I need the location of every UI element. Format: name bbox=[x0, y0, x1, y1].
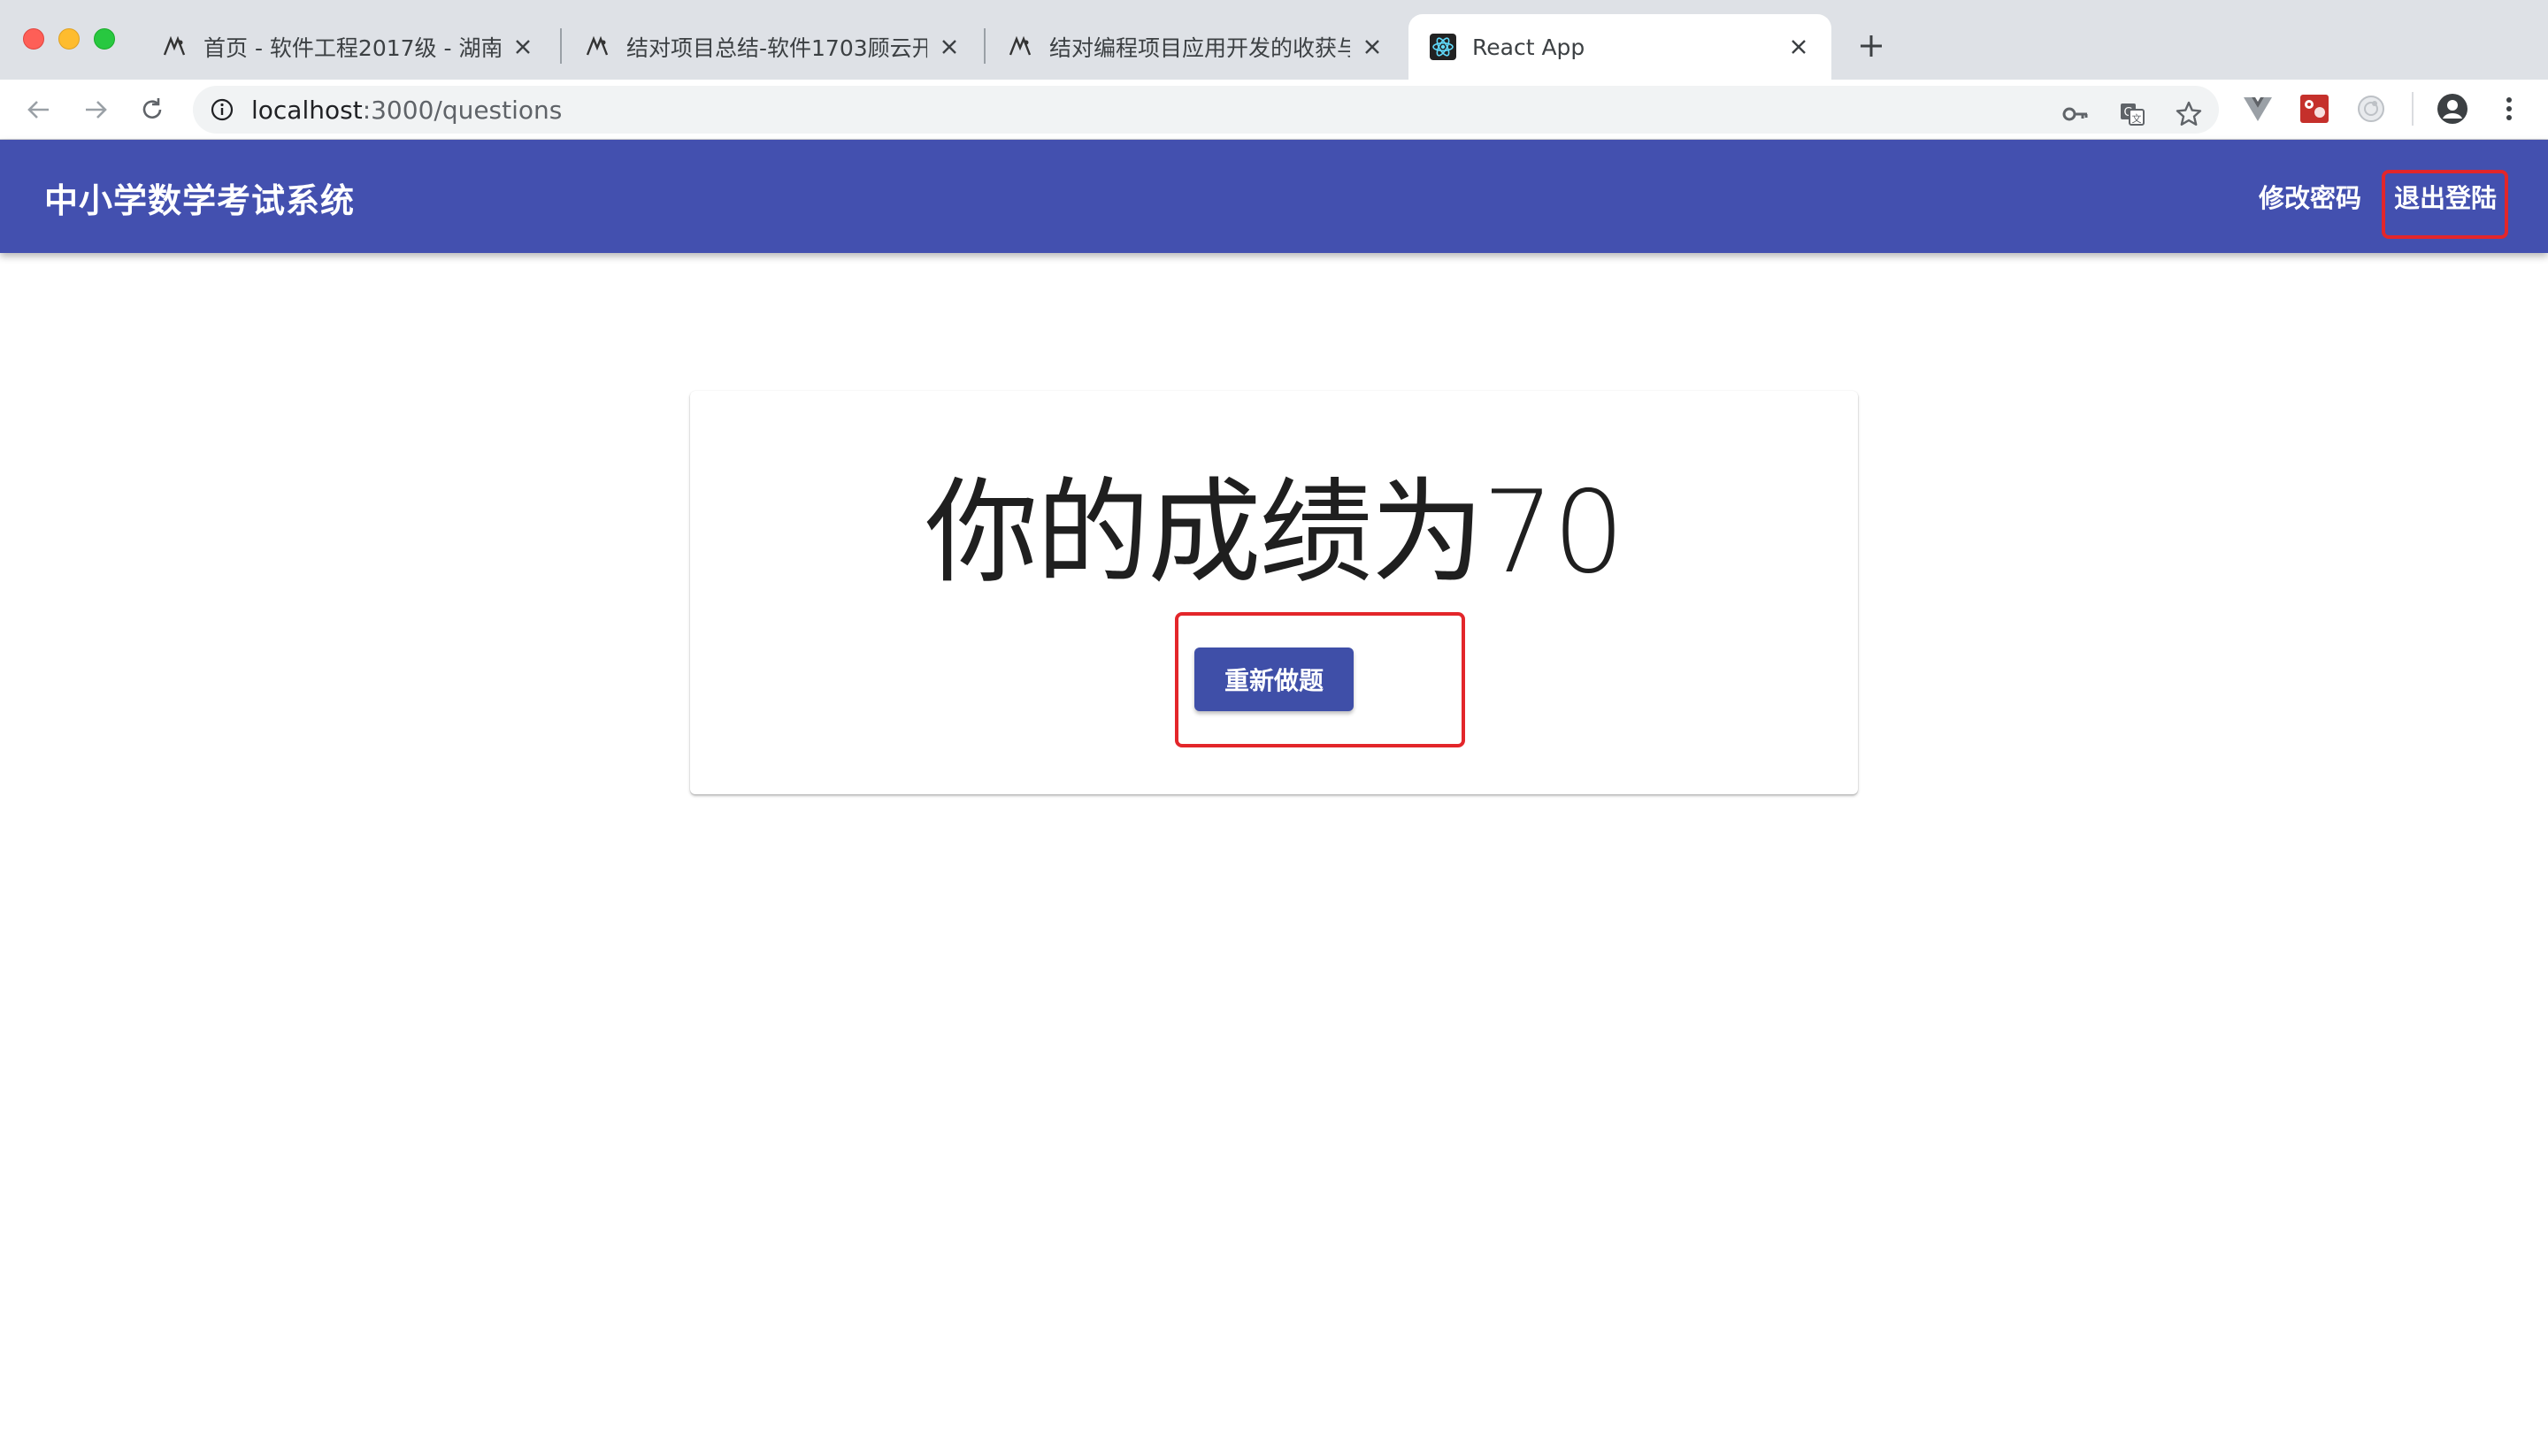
browser-tab-1[interactable]: 首页 - 软件工程2017级 - 湖南大 bbox=[140, 14, 556, 80]
cnblogs-icon bbox=[1007, 34, 1033, 60]
minimize-window-button[interactable] bbox=[58, 28, 80, 50]
close-icon[interactable] bbox=[510, 34, 536, 60]
plus-icon bbox=[1861, 35, 1882, 57]
close-window-button[interactable] bbox=[23, 28, 44, 50]
toolbar-divider bbox=[2412, 92, 2414, 126]
extension-red-icon[interactable] bbox=[2295, 89, 2334, 128]
url-path: :3000/questions bbox=[362, 96, 563, 125]
logout-button[interactable]: 退出登陆 bbox=[2385, 170, 2506, 223]
tab-title: 结对项目总结-软件1703顾云开 bbox=[626, 35, 927, 61]
tab-title: 首页 - 软件工程2017级 - 湖南大 bbox=[203, 35, 501, 61]
zoom-window-button[interactable] bbox=[94, 28, 115, 50]
reload-button[interactable] bbox=[133, 90, 172, 129]
key-icon[interactable] bbox=[2058, 96, 2093, 132]
close-icon[interactable] bbox=[1785, 34, 1812, 60]
address-bar[interactable]: localhost:3000/questions G文 bbox=[193, 86, 2219, 134]
tab-title: 结对编程项目应用开发的收获与 bbox=[1049, 35, 1350, 61]
result-card: 你的成绩为70 重新做题 bbox=[690, 391, 1858, 794]
url-host: localhost bbox=[251, 96, 363, 125]
reload-icon bbox=[142, 98, 162, 119]
tab-title: React App bbox=[1472, 34, 1585, 60]
translate-icon[interactable]: G文 bbox=[2114, 96, 2150, 132]
menu-kebab-icon[interactable] bbox=[2490, 89, 2529, 128]
close-icon[interactable] bbox=[936, 34, 963, 60]
browser-tab-2[interactable]: 结对项目总结-软件1703顾云开 bbox=[563, 14, 982, 80]
app-title: 中小学数学考试系统 bbox=[44, 181, 356, 220]
tab-strip: 首页 - 软件工程2017级 - 湖南大 结对项目总结-软件1703顾云开 结对… bbox=[0, 0, 2548, 80]
browser-tab-active[interactable]: React App bbox=[1408, 14, 1831, 80]
app-bar: 中小学数学考试系统 修改密码 退出登陆 bbox=[0, 140, 2548, 253]
tab-separator bbox=[560, 28, 562, 64]
arrow-left-icon bbox=[27, 101, 49, 119]
url-text[interactable]: localhost:3000/questions bbox=[251, 96, 562, 125]
browser-tab-3[interactable]: 结对编程项目应用开发的收获与 bbox=[986, 14, 1405, 80]
vue-devtools-icon[interactable] bbox=[2238, 89, 2277, 128]
cnblogs-icon bbox=[584, 34, 610, 60]
forward-button[interactable] bbox=[76, 90, 115, 129]
new-tab-button[interactable] bbox=[1852, 27, 1891, 65]
score-heading: 你的成绩为70 bbox=[925, 467, 1625, 599]
profile-avatar-icon[interactable] bbox=[2433, 89, 2472, 128]
retry-button[interactable]: 重新做题 bbox=[1194, 648, 1354, 711]
change-password-button[interactable]: 修改密码 bbox=[2247, 170, 2373, 223]
info-icon[interactable] bbox=[209, 96, 235, 123]
extension-gray-icon[interactable] bbox=[2352, 89, 2391, 128]
close-icon[interactable] bbox=[1359, 34, 1385, 60]
svg-text:文: 文 bbox=[2132, 112, 2142, 125]
back-button[interactable] bbox=[19, 90, 58, 129]
star-icon[interactable] bbox=[2171, 96, 2206, 132]
react-icon bbox=[1430, 34, 1456, 60]
browser-toolbar: localhost:3000/questions G文 bbox=[0, 80, 2548, 140]
cnblogs-icon bbox=[161, 34, 188, 60]
arrow-right-icon bbox=[86, 101, 107, 119]
